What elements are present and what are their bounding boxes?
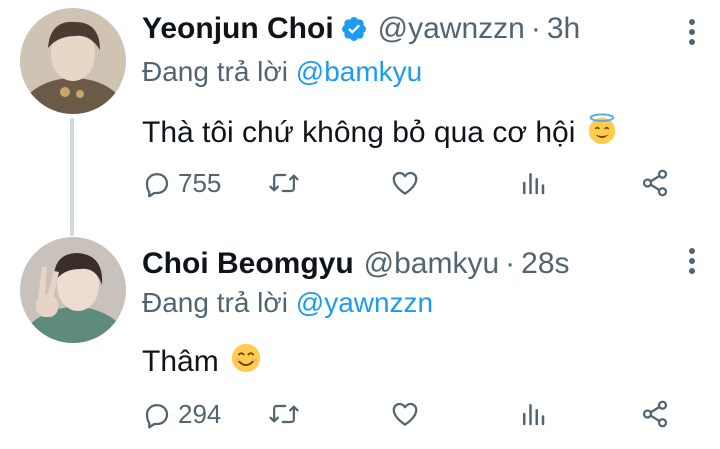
avatar-photo	[20, 8, 126, 114]
tweet-yeonjun[interactable]: Yeonjun Choi @yawnzzn · 3h Đang trả lời …	[0, 0, 720, 236]
reply-button[interactable]: 294	[142, 399, 221, 430]
retweet-button[interactable]	[268, 168, 300, 198]
display-name[interactable]: Yeonjun Choi	[142, 12, 334, 46]
replying-to: Đang trả lời @yawnzzn	[142, 287, 433, 319]
share-icon	[642, 169, 668, 197]
tweet-header: Yeonjun Choi @yawnzzn · 3h	[142, 12, 580, 46]
views-button[interactable]	[518, 399, 548, 429]
more-options-icon[interactable]	[688, 18, 696, 51]
like-button[interactable]	[390, 168, 420, 198]
more-options-icon[interactable]	[688, 247, 696, 280]
reply-icon	[145, 172, 169, 197]
like-button[interactable]	[390, 399, 420, 429]
separator-dot: ·	[505, 247, 516, 280]
views-button[interactable]	[518, 168, 548, 198]
reply-icon	[145, 403, 169, 428]
tweet-text: Thà tôi chứ không bỏ qua cơ hội	[142, 112, 619, 154]
tweet-body: Thà tôi chứ không bỏ qua cơ hội	[142, 116, 576, 149]
smiling-face-with-halo-icon	[585, 112, 619, 154]
heart-icon	[392, 402, 418, 426]
reply-count: 294	[178, 399, 222, 429]
avatar-photo	[20, 237, 126, 343]
replying-prefix: Đang trả lời	[142, 287, 288, 318]
reply-mention-link[interactable]: @yawnzzn	[296, 287, 433, 318]
reply-count: 755	[178, 168, 222, 198]
timestamp[interactable]: 28s	[521, 247, 569, 281]
tweet-actions: 755	[142, 168, 682, 208]
share-button[interactable]	[640, 399, 670, 429]
verified-badge-icon	[340, 15, 368, 43]
share-button[interactable]	[640, 168, 670, 198]
avatar[interactable]	[20, 8, 126, 114]
smiling-face-with-smiling-eyes-icon	[229, 341, 263, 383]
tweet-header: Choi Beomgyu @bamkyu · 28s	[142, 247, 570, 281]
retweet-icon	[269, 173, 299, 193]
heart-icon	[392, 171, 418, 195]
thread-line	[70, 118, 74, 236]
timestamp[interactable]: 3h	[547, 12, 580, 46]
reply-button[interactable]: 755	[142, 168, 221, 199]
tweet-actions: 294	[142, 399, 682, 439]
tweet-text: Thâm	[142, 341, 263, 383]
avatar[interactable]	[20, 237, 126, 343]
tweet-body: Thâm	[142, 345, 219, 378]
share-icon	[642, 400, 668, 428]
display-name[interactable]: Choi Beomgyu	[142, 247, 354, 281]
separator-dot: ·	[530, 12, 541, 45]
tweet-beomgyu[interactable]: Choi Beomgyu @bamkyu · 28s Đang trả lời …	[0, 225, 720, 449]
replying-to: Đang trả lời @bamkyu	[142, 56, 422, 88]
user-handle[interactable]: @yawnzzn	[378, 12, 525, 46]
analytics-icon	[523, 173, 545, 195]
reply-mention-link[interactable]: @bamkyu	[296, 56, 422, 87]
user-handle[interactable]: @bamkyu	[364, 247, 500, 281]
analytics-icon	[523, 404, 545, 426]
retweet-icon	[269, 404, 299, 424]
retweet-button[interactable]	[268, 399, 300, 429]
replying-prefix: Đang trả lời	[142, 56, 288, 87]
